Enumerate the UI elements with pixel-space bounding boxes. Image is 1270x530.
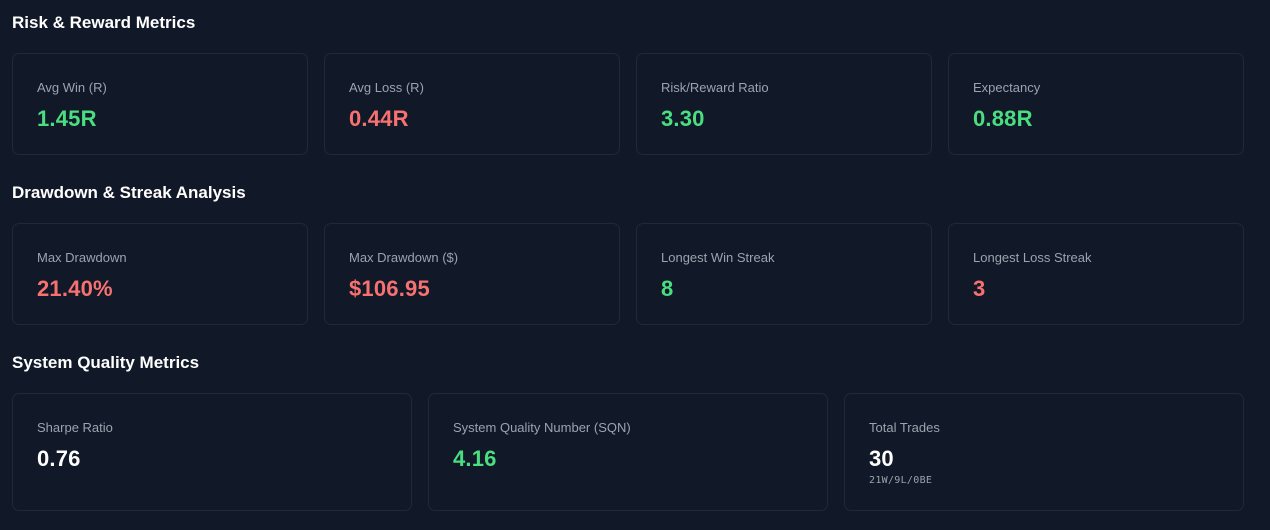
- metric-label: Avg Loss (R): [349, 80, 424, 95]
- risk-reward-metrics-row: Avg Win (R) 1.45R Avg Loss (R) 0.44R Ris…: [12, 53, 1244, 155]
- metric-value: 0.76: [37, 446, 81, 471]
- metric-value: 30: [869, 446, 894, 471]
- metric-label: Longest Win Streak: [661, 250, 775, 265]
- metric-value: 0.44R: [349, 106, 409, 131]
- section-title-risk-reward: Risk & Reward Metrics: [12, 13, 196, 32]
- metric-value: 3: [973, 276, 986, 301]
- metric-card-max-drawdown: Max Drawdown 21.40%: [12, 223, 308, 325]
- metric-card-longest-loss-streak: Longest Loss Streak 3: [948, 223, 1244, 325]
- metric-card-longest-win-streak: Longest Win Streak 8: [636, 223, 932, 325]
- metric-label: Avg Win (R): [37, 80, 107, 95]
- metric-label: Max Drawdown: [37, 250, 127, 265]
- section-title-drawdown-streak: Drawdown & Streak Analysis: [12, 183, 246, 202]
- metric-label: System Quality Number (SQN): [453, 420, 631, 435]
- metric-card-avg-loss: Avg Loss (R) 0.44R: [324, 53, 620, 155]
- metric-label: Longest Loss Streak: [973, 250, 1092, 265]
- metric-value: $106.95: [349, 276, 430, 301]
- metric-label: Expectancy: [973, 80, 1041, 95]
- metric-label: Risk/Reward Ratio: [661, 80, 769, 95]
- metric-value: 1.45R: [37, 106, 97, 131]
- metric-label: Max Drawdown ($): [349, 250, 459, 265]
- metric-card-total-trades: Total Trades 30 21W/9L/0BE: [844, 393, 1244, 511]
- trade-breakdown: 21W/9L/0BE: [869, 475, 933, 486]
- system-quality-row: Sharpe Ratio 0.76 System Quality Number …: [12, 393, 1244, 511]
- drawdown-streak-row: Max Drawdown 21.40% Max Drawdown ($) $10…: [12, 223, 1244, 325]
- metric-value: 4.16: [453, 446, 497, 471]
- metric-label: Total Trades: [869, 420, 940, 435]
- metric-card-expectancy: Expectancy 0.88R: [948, 53, 1244, 155]
- metric-value: 21.40%: [37, 276, 113, 301]
- metric-value: 0.88R: [973, 106, 1033, 131]
- metric-value: 8: [661, 276, 674, 301]
- metric-label: Sharpe Ratio: [37, 420, 113, 435]
- metric-value: 3.30: [661, 106, 705, 131]
- section-title-system-quality: System Quality Metrics: [12, 353, 200, 372]
- metric-card-sqn: System Quality Number (SQN) 4.16: [428, 393, 828, 511]
- metric-card-max-drawdown-dollars: Max Drawdown ($) $106.95: [324, 223, 620, 325]
- metric-card-avg-win: Avg Win (R) 1.45R: [12, 53, 308, 155]
- metric-card-risk-reward-ratio: Risk/Reward Ratio 3.30: [636, 53, 932, 155]
- metric-card-sharpe-ratio: Sharpe Ratio 0.76: [12, 393, 412, 511]
